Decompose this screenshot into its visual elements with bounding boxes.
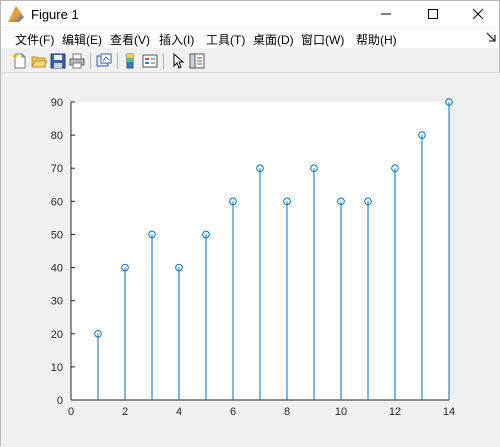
x-tick-label: 10	[335, 406, 347, 418]
x-tick-label: 6	[230, 406, 236, 418]
y-tick-label: 60	[51, 196, 63, 208]
y-tick-label: 30	[51, 296, 63, 308]
y-tick-label: 10	[51, 362, 63, 374]
x-tick-label: 14	[443, 406, 455, 418]
x-tick-label: 12	[389, 406, 401, 418]
x-tick-label: 4	[176, 406, 182, 418]
x-tick-label: 8	[284, 406, 290, 418]
figure-window: Figure 1 文件(F) 编辑(E) 查看(V) 插入(I) 工具(T) 桌…	[0, 0, 500, 447]
y-tick-label: 90	[51, 97, 63, 109]
x-tick-label: 2	[122, 406, 128, 418]
y-tick-label: 40	[51, 263, 63, 275]
y-tick-label: 80	[51, 130, 63, 142]
x-tick-label: 0	[68, 406, 74, 418]
stem-plot: 0 10 20 30 40 50 60 70 80 90 0 2 4 6 8 10 12 14	[51, 97, 455, 418]
y-tick-label: 20	[51, 329, 63, 341]
y-tick-label: 0	[57, 395, 63, 407]
y-tick-label: 70	[51, 163, 63, 175]
y-tick-label: 50	[51, 229, 63, 241]
